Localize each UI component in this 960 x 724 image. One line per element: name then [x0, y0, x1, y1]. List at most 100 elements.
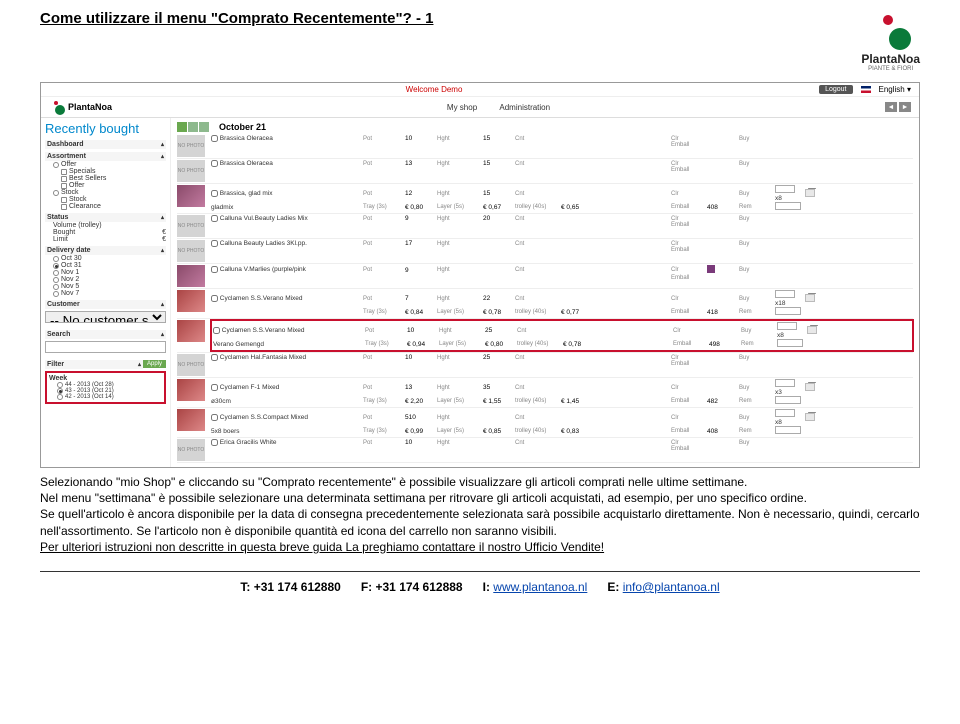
- product-subname: 5x8 boers: [211, 428, 361, 435]
- delivery-nov5[interactable]: Nov 5: [45, 283, 166, 290]
- sidebar-bestsellers[interactable]: Best Sellers: [45, 175, 166, 182]
- product-checkbox[interactable]: [211, 439, 218, 446]
- footer-t-label: T:: [240, 580, 253, 594]
- product-name: Calluna V.Marlies (purple/pink: [211, 266, 361, 273]
- sidebar-dashboard[interactable]: Dashboard: [45, 140, 166, 149]
- sidebar-filter[interactable]: Filter: [45, 360, 143, 369]
- customer-select[interactable]: -- No customer selected --: [45, 311, 166, 323]
- product-checkbox[interactable]: [211, 384, 218, 391]
- product-checkbox[interactable]: [211, 295, 218, 302]
- footer-website[interactable]: www.plantanoa.nl: [493, 580, 587, 594]
- cart-icon[interactable]: [807, 326, 817, 334]
- no-photo-placeholder: NO PHOTO: [177, 215, 205, 237]
- delivery-nov2[interactable]: Nov 2: [45, 276, 166, 283]
- footer-e-label: E:: [607, 580, 622, 594]
- product-row: NO PHOTO Erica Gracilis WhitePot10HghtCn…: [177, 438, 913, 463]
- footer-email[interactable]: info@plantanoa.nl: [623, 580, 720, 594]
- product-name: Cyclamen S.S.Compact Mixed: [211, 414, 361, 421]
- pager-next[interactable]: ►: [899, 102, 911, 112]
- rem-input[interactable]: [775, 202, 801, 210]
- product-row: NO PHOTO Brassica OleraceaPot13Hght15Cnt…: [177, 159, 913, 184]
- logo-icon: [871, 10, 911, 50]
- rem-input[interactable]: [777, 339, 803, 347]
- product-name: Cyclamen Hal.Fantasia Mixed: [211, 354, 361, 361]
- cart-icon[interactable]: [805, 294, 815, 302]
- sidebar-search[interactable]: Search: [45, 330, 166, 339]
- footer-f-label: F:: [361, 580, 376, 594]
- buy-qty-input[interactable]: [777, 322, 797, 330]
- search-input[interactable]: [45, 341, 166, 353]
- product-subname: gladmix: [211, 204, 361, 211]
- product-checkbox[interactable]: [211, 135, 218, 142]
- buy-qty-input[interactable]: [775, 379, 795, 387]
- delivery-nov1[interactable]: Nov 1: [45, 269, 166, 276]
- rem-input[interactable]: [775, 307, 801, 315]
- document-title: Come utilizzare il menu "Comprato Recent…: [40, 10, 433, 27]
- sidebar-customer[interactable]: Customer: [45, 300, 166, 309]
- rem-input[interactable]: [775, 396, 801, 404]
- explain-p1: Selezionando "mio Shop" e cliccando su "…: [40, 474, 920, 490]
- no-photo-placeholder: NO PHOTO: [177, 439, 205, 461]
- welcome-text: Welcome Demo: [406, 85, 463, 94]
- product-checkbox[interactable]: [211, 266, 218, 273]
- app-nav: My shop Administration: [112, 103, 885, 112]
- cart-icon[interactable]: [805, 413, 815, 421]
- product-checkbox[interactable]: [211, 414, 218, 421]
- product-name: Cyclamen F-1 Mixed: [211, 384, 361, 391]
- product-checkbox[interactable]: [211, 190, 218, 197]
- delivery-nov7[interactable]: Nov 7: [45, 290, 166, 297]
- brand-name: PlantaNoa: [861, 52, 920, 66]
- status-volume: Volume (trolley): [45, 222, 166, 229]
- buy-qty-input[interactable]: [775, 409, 795, 417]
- delivery-oct30[interactable]: Oct 30: [45, 255, 166, 262]
- product-name: Brassica Oleracea: [211, 135, 361, 142]
- sidebar-offer2[interactable]: Offer: [45, 182, 166, 189]
- product-name: Brassica Oleracea: [211, 160, 361, 167]
- rem-input[interactable]: [775, 426, 801, 434]
- week-selector-highlighted: Week 44 - 2013 (Oct 28) 43 - 2013 (Oct 2…: [45, 371, 166, 404]
- sidebar-stock2[interactable]: Stock: [45, 196, 166, 203]
- view-toggle[interactable]: [177, 122, 209, 132]
- cart-icon[interactable]: [805, 189, 815, 197]
- product-row: Cyclamen F-1 MixedPot13Hght35CntClrBuy x…: [177, 378, 913, 408]
- pager: ◄ ►: [885, 102, 911, 112]
- sidebar-status[interactable]: Status: [45, 213, 166, 222]
- product-row: Cyclamen S.S.Verano MixedPot7Hght22CntCl…: [177, 289, 913, 319]
- sidebar-offer[interactable]: Offer: [45, 161, 166, 168]
- brand-tagline: PIANTE & FIORI: [861, 66, 920, 72]
- app-logo-icon: [49, 99, 65, 115]
- product-checkbox[interactable]: [211, 240, 218, 247]
- color-swatch: [707, 265, 715, 273]
- product-name: Calluna Beauty Ladies 3Kl.pp.: [211, 240, 361, 247]
- no-photo-placeholder: NO PHOTO: [177, 160, 205, 182]
- product-checkbox[interactable]: [211, 215, 218, 222]
- pager-prev[interactable]: ◄: [885, 102, 897, 112]
- language-selector[interactable]: English ▾: [879, 85, 911, 94]
- product-row: Calluna V.Marlies (purple/pinkPot9HghtCn…: [177, 264, 913, 289]
- buy-qty-input[interactable]: [775, 185, 795, 193]
- explain-p2: Nel menu "settimana" è possibile selezio…: [40, 490, 920, 506]
- cart-icon[interactable]: [805, 383, 815, 391]
- nav-myshop[interactable]: My shop: [447, 103, 477, 112]
- apply-button[interactable]: Apply: [143, 360, 166, 368]
- week-42[interactable]: 42 - 2013 (Oct 14): [49, 394, 162, 400]
- status-bought: Bought€: [45, 229, 166, 236]
- product-checkbox[interactable]: [211, 354, 218, 361]
- sidebar-clearance[interactable]: Clearance: [45, 203, 166, 210]
- explain-p3: Se quell'articolo è ancora disponibile p…: [40, 506, 920, 538]
- sidebar-assortment[interactable]: Assortment: [45, 152, 166, 161]
- sidebar-delivery[interactable]: Delivery date: [45, 246, 166, 255]
- delivery-oct31[interactable]: Oct 31: [45, 262, 166, 269]
- logout-button[interactable]: Logout: [819, 85, 852, 94]
- buy-qty-input[interactable]: [775, 290, 795, 298]
- product-checkbox[interactable]: [213, 327, 220, 334]
- sidebar-stock[interactable]: Stock: [45, 189, 166, 196]
- product-name: Calluna Vul.Beauty Ladies Mix: [211, 215, 361, 222]
- no-photo-placeholder: NO PHOTO: [177, 354, 205, 376]
- nav-admin[interactable]: Administration: [499, 103, 550, 112]
- product-row: Cyclamen S.S.Compact MixedPot510HghtCntC…: [177, 408, 913, 438]
- explain-p4: Per ulteriori istruzioni non descritte i…: [40, 539, 920, 555]
- product-row: Brassica, glad mixPot12Hght15CntClrBuy x…: [177, 184, 913, 214]
- sidebar-specials[interactable]: Specials: [45, 168, 166, 175]
- product-checkbox[interactable]: [211, 160, 218, 167]
